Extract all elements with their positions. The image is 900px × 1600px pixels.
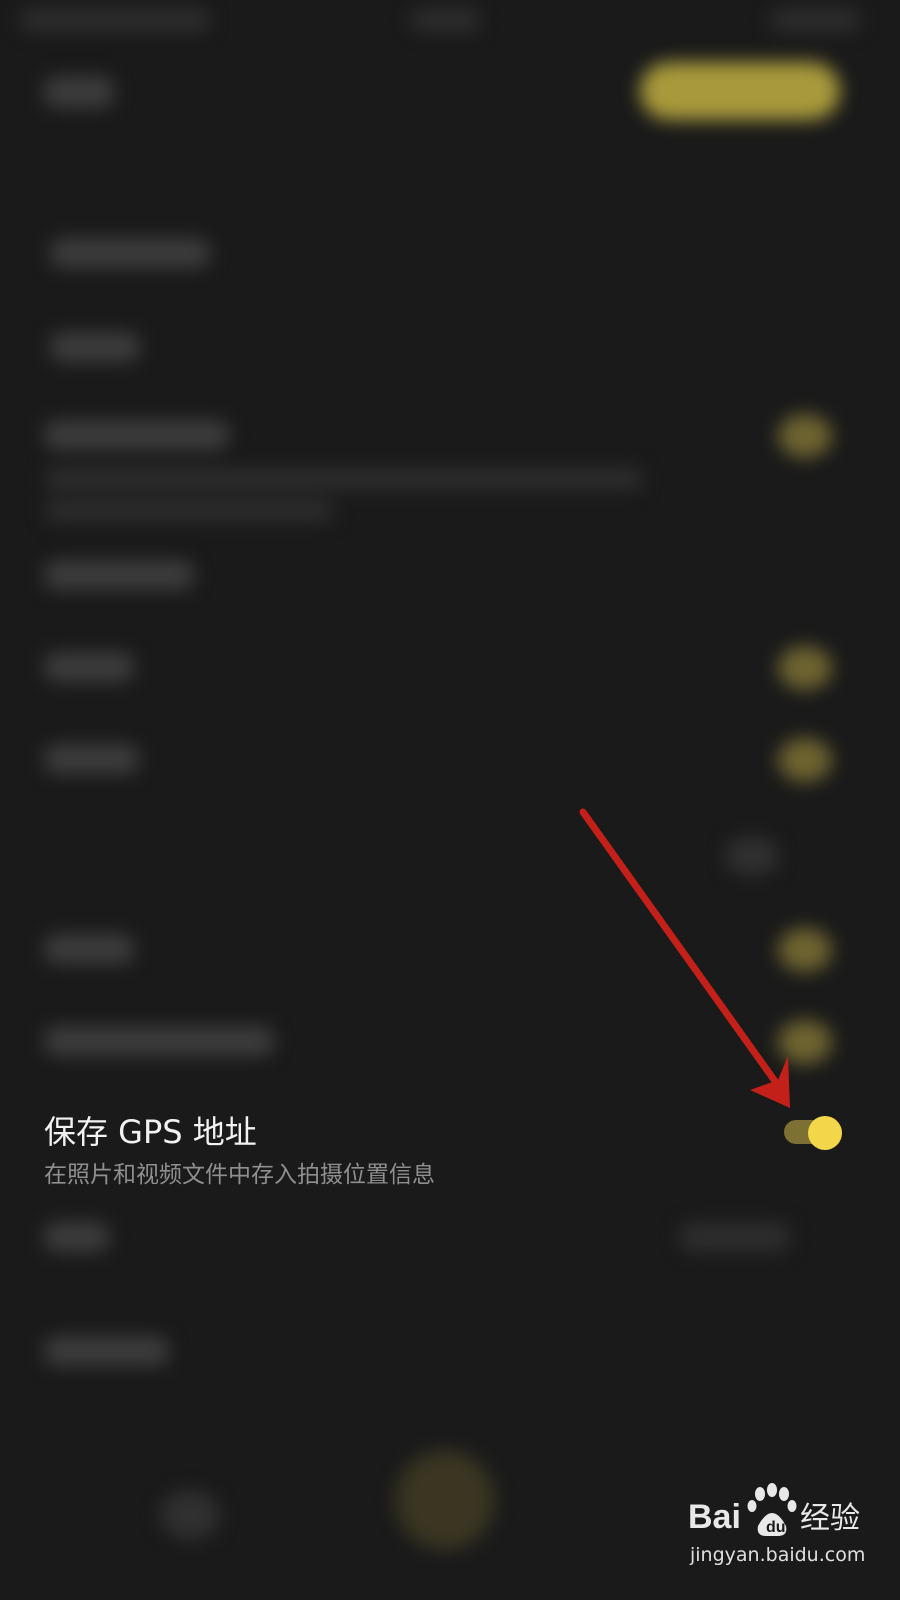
baidu-logo-icon: Bai du 经验 [688,1483,860,1536]
setting-title: 保存 GPS 地址 [44,1113,257,1151]
setting-description: 在照片和视频文件中存入拍摄位置信息 [44,1162,435,1188]
toggle-knob [808,1116,842,1150]
svg-text:经验: 经验 [800,1501,860,1536]
baidu-jingyan-watermark: Bai du 经验 jingyan.baidu.com [688,1478,888,1578]
save-gps-toggle[interactable] [784,1116,842,1150]
save-gps-setting-row[interactable]: 保存 GPS 地址 在照片和视频文件中存入拍摄位置信息 [0,1100,900,1210]
svg-text:Bai: Bai [688,1498,741,1536]
watermark-url: jingyan.baidu.com [690,1544,866,1566]
svg-text:du: du [766,1519,786,1536]
blurred-settings-background [0,0,900,1600]
